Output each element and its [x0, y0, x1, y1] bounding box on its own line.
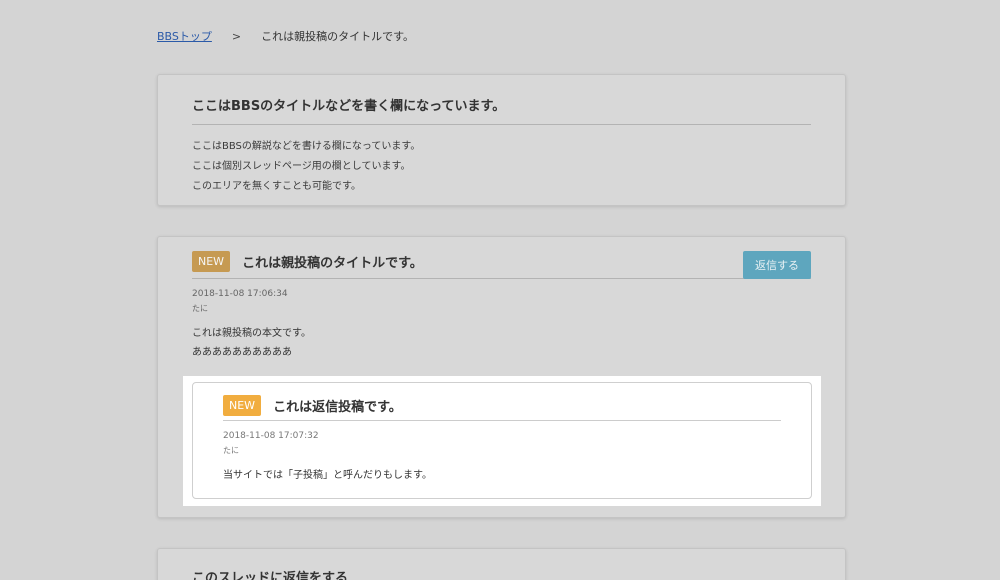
new-badge: NEW — [223, 395, 262, 416]
reply-post-title: これは返信投稿です。 — [273, 400, 402, 415]
reply-button[interactable]: 返信する — [743, 251, 811, 279]
parent-post-title: これは親投稿のタイトルです。 — [242, 256, 423, 271]
parent-post-date: 2018-11-08 17:06:34 — [192, 289, 288, 299]
parent-post-body: これは親投稿の本文です。 ああああああああああ — [192, 324, 811, 362]
reply-post-card: NEW これは返信投稿です。 2018-11-08 17:07:32 たに 当サ… — [192, 382, 812, 499]
bbs-intro-line: ここは個別スレッドページ用の欄としています。 — [192, 161, 411, 172]
breadcrumb-home-link[interactable]: BBSトップ — [157, 28, 212, 44]
parent-post-author: たに — [192, 304, 208, 313]
parent-post-header: NEW これは親投稿のタイトルです。 返信する — [192, 251, 811, 279]
reply-post-header: NEW これは返信投稿です。 — [223, 395, 781, 421]
bbs-intro-description: ここはBBSの解説などを書ける欄になっています。 ここは個別スレッドページ用の欄… — [192, 137, 811, 197]
reply-highlight: NEW これは返信投稿です。 2018-11-08 17:07:32 たに 当サ… — [183, 376, 821, 506]
reply-form-title: このスレッドに返信をする — [192, 571, 349, 580]
parent-post-body-line: これは親投稿の本文です。 — [192, 328, 311, 339]
breadcrumb: BBSトップ > これは親投稿のタイトルです。 — [157, 28, 414, 44]
reply-post-author: たに — [223, 446, 239, 455]
bbs-intro-line: ここはBBSの解説などを書ける欄になっています。 — [192, 141, 421, 152]
bbs-intro-title: ここはBBSのタイトルなどを書く欄になっています。 — [192, 95, 811, 125]
reply-post-body: 当サイトでは「子投稿」と呼んだりもします。 — [223, 470, 432, 481]
breadcrumb-current: これは親投稿のタイトルです。 — [261, 30, 415, 43]
reply-form-card: このスレッドに返信をする — [157, 548, 846, 580]
breadcrumb-separator: > — [231, 29, 242, 43]
bbs-intro-line: このエリアを無くすことも可能です。 — [192, 181, 361, 192]
bbs-intro-card: ここはBBSのタイトルなどを書く欄になっています。 ここはBBSの解説などを書け… — [157, 74, 846, 206]
parent-post-body-line: ああああああああああ — [192, 347, 292, 358]
reply-post-date: 2018-11-08 17:07:32 — [223, 431, 319, 441]
new-badge: NEW — [192, 251, 231, 272]
